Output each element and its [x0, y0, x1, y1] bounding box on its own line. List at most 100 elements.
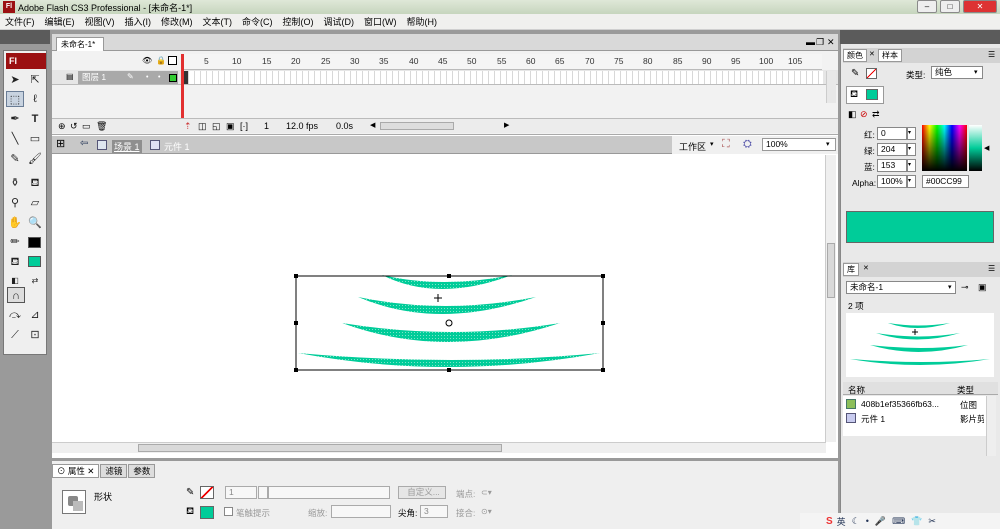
add-guide-icon[interactable]: ↺ [70, 121, 78, 132]
stage-vscroll-thumb[interactable] [827, 243, 835, 298]
snap-magnet-icon[interactable]: ∩ [7, 287, 25, 303]
library-pin-icon[interactable]: ⊸ [961, 282, 969, 293]
eyedropper-tool-icon[interactable]: ⚲ [6, 195, 24, 211]
brightness-slider[interactable] [969, 125, 982, 171]
tab-color[interactable]: 颜色 [843, 49, 867, 62]
rectangle-tool-icon[interactable]: ▭ [26, 131, 44, 147]
tools-panel-header[interactable] [0, 30, 50, 44]
center-frame-icon[interactable]: ⇡ [184, 121, 192, 132]
fill-color-swatch[interactable] [28, 256, 41, 267]
library-tab-close-icon[interactable]: ✕ [863, 264, 869, 272]
library-col-type[interactable]: 类型 [957, 384, 974, 396]
stroke-style-select[interactable] [268, 486, 390, 499]
panel-stroke-swatch[interactable] [866, 68, 877, 79]
frame-grid[interactable] [183, 71, 823, 84]
selection-tool-icon[interactable]: ➤ [6, 72, 24, 88]
swap-icon[interactable]: ⇄ [872, 109, 880, 120]
blue-field[interactable]: 153 [877, 159, 907, 172]
red-field[interactable]: 0 [877, 127, 907, 140]
shirt-icon[interactable]: 👕 [911, 516, 922, 527]
pencil-tool-icon[interactable]: ✎ [6, 151, 24, 167]
delete-layer-icon[interactable]: 🗑 [96, 121, 107, 132]
hand-tool-icon[interactable]: ✋ [6, 215, 24, 231]
color-spectrum[interactable] [922, 125, 967, 171]
insert-layer-icon[interactable]: ⊕ [58, 121, 66, 132]
brightness-pointer-icon[interactable]: ◀ [984, 144, 989, 152]
keyboard-icon[interactable]: ⌨ [892, 516, 905, 527]
menu-view[interactable]: 视图(V) [80, 14, 120, 30]
stage-vscroll[interactable] [825, 155, 836, 442]
scale-select[interactable] [331, 505, 391, 518]
scroll-right-icon[interactable]: ▶ [504, 121, 509, 129]
alpha-dropdown[interactable]: ▾ [907, 175, 916, 188]
frame-rate[interactable]: 12.0 fps [286, 121, 318, 131]
hinting-checkbox[interactable] [224, 507, 233, 516]
ink-bottle-tool-icon[interactable]: ⚱ [6, 175, 24, 191]
free-transform-tool-icon[interactable]: ⬚ [6, 91, 24, 107]
tab-library[interactable]: 库 [843, 263, 859, 276]
rotate-skew-option-icon[interactable]: ⟋ [6, 327, 24, 343]
onion-skin-icon[interactable]: ◫ [198, 121, 207, 132]
menu-commands[interactable]: 命令(C) [237, 14, 278, 30]
document-tab[interactable]: 未命名-1* [56, 37, 104, 51]
subselection-tool-icon[interactable]: ⇱ [26, 72, 44, 88]
lasso-tool-icon[interactable]: ℓ [26, 91, 44, 107]
smooth-option-icon[interactable]: ⤼ [6, 307, 24, 323]
eraser-tool-icon[interactable]: ▱ [26, 195, 44, 211]
menu-edit[interactable]: 编辑(E) [40, 14, 80, 30]
doc-restore-icon[interactable]: ❐ [816, 37, 824, 48]
ime-language[interactable]: 英 [837, 515, 846, 528]
scale-option-icon[interactable]: ⊡ [26, 327, 44, 343]
stroke-color-swatch[interactable] [28, 237, 41, 248]
library-item-name[interactable]: 元件 1 [861, 413, 885, 425]
paint-bucket-tool-icon[interactable]: ⛾ [26, 175, 44, 191]
timeline-toggle-icon[interactable]: ⊞ [56, 137, 65, 150]
custom-stroke-button[interactable]: 自定义... [398, 486, 446, 499]
menu-control[interactable]: 控制(O) [278, 14, 319, 30]
menu-file[interactable]: 文件(F) [0, 14, 40, 30]
timeline-ruler[interactable]: 5 10 15 20 25 30 35 40 45 50 55 60 65 70… [182, 54, 822, 70]
back-arrow-icon[interactable]: ⇦ [80, 138, 88, 149]
outline-icon[interactable] [168, 56, 177, 65]
close-button[interactable]: ✕ [963, 0, 997, 13]
dot-icon[interactable]: • [866, 516, 869, 526]
stroke-color-button[interactable] [200, 486, 214, 499]
onion-outline-icon[interactable]: ◱ [212, 121, 221, 132]
fill-color-button[interactable] [200, 506, 214, 519]
pen-tool-icon[interactable]: ✒ [6, 111, 24, 127]
tools-icon[interactable]: ✂ [928, 516, 936, 527]
zoom-select[interactable]: 100% [762, 138, 836, 151]
tab-filters[interactable]: 滤镜 [100, 464, 128, 478]
doc-close-icon[interactable]: ✕ [827, 37, 835, 48]
red-dropdown[interactable]: ▾ [907, 127, 916, 140]
onion-markers-icon[interactable]: [·] [240, 121, 248, 131]
timeline-vscroll[interactable] [826, 71, 836, 103]
menu-help[interactable]: 帮助(H) [402, 14, 443, 30]
swap-colors-icon[interactable]: ⇄ [26, 273, 44, 289]
no-color-icon[interactable]: ⊘ [860, 109, 868, 120]
brush-tool-icon[interactable]: 🖌 [26, 151, 44, 167]
black-white-icon[interactable]: ◧ [848, 109, 857, 120]
edit-multiple-frames-icon[interactable]: ▣ [226, 121, 235, 132]
blue-dropdown[interactable]: ▾ [907, 159, 916, 172]
library-vscroll[interactable] [986, 396, 996, 456]
right-dock-header[interactable] [840, 30, 1000, 44]
microphone-icon[interactable]: 🎤 [875, 516, 886, 527]
tab-parameters[interactable]: 参数 [128, 464, 156, 478]
library-col-name[interactable]: 名称 [848, 384, 865, 396]
new-library-panel-icon[interactable]: ▣ [978, 282, 987, 293]
stroke-height-field[interactable]: 1 [225, 486, 257, 499]
lock-icon[interactable]: 🔒 [156, 56, 166, 65]
color-tab-close-icon[interactable]: ✕ [869, 50, 875, 58]
panel-fill-swatch[interactable] [866, 89, 878, 100]
moon-icon[interactable]: ☾ [852, 516, 860, 527]
symbol-breadcrumb[interactable]: 元件 1 [164, 140, 190, 153]
library-document-select[interactable]: 未命名-1 [846, 281, 956, 294]
line-tool-icon[interactable]: ╲ [6, 131, 24, 147]
scroll-left-icon[interactable]: ◀ [370, 121, 375, 129]
library-panel-menu-icon[interactable]: ☰ [988, 264, 995, 273]
stage[interactable] [54, 155, 824, 445]
edit-symbols-icon[interactable]: ⛭ [743, 138, 752, 151]
scene-breadcrumb[interactable]: 场景 1 [112, 140, 142, 153]
join-select[interactable]: ⊙▾ [481, 507, 492, 516]
